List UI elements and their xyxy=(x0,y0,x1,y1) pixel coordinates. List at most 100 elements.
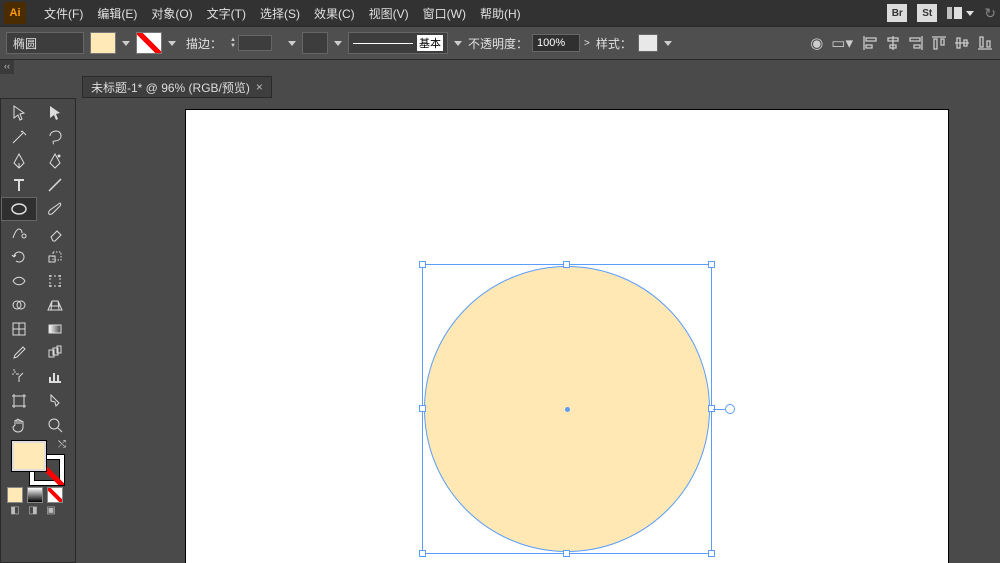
resize-handle-tl[interactable] xyxy=(419,261,426,268)
type-tool[interactable] xyxy=(1,173,37,197)
pen-tool[interactable] xyxy=(1,149,37,173)
draw-behind-icon[interactable]: ◨ xyxy=(25,505,41,519)
menu-effect[interactable]: 效果(C) xyxy=(308,2,361,25)
resize-handle-br[interactable] xyxy=(708,550,715,557)
stroke-dropdown-icon[interactable] xyxy=(168,41,176,46)
close-tab-icon[interactable]: × xyxy=(256,80,263,94)
stroke-color-swatch[interactable] xyxy=(136,32,162,54)
stroke-weight-dropdown-icon[interactable] xyxy=(288,41,296,46)
paintbrush-tool[interactable] xyxy=(37,197,73,221)
style-label: 样式： xyxy=(596,35,632,52)
menu-view[interactable]: 视图(V) xyxy=(363,2,415,25)
menu-edit[interactable]: 编辑(E) xyxy=(91,2,143,25)
control-bar: 椭圆 描边： ▲▼ 基本 不透明度： > 样式： ◉ ▭▾ xyxy=(0,26,1000,60)
eraser-tool[interactable] xyxy=(37,221,73,245)
style-dropdown-icon[interactable] xyxy=(664,41,672,46)
brush-dropdown-icon[interactable] xyxy=(454,41,462,46)
shape-builder-tool[interactable] xyxy=(1,293,37,317)
menu-file[interactable]: 文件(F) xyxy=(38,2,89,25)
swap-fill-stroke-icon[interactable]: ⤭ xyxy=(58,439,66,450)
menu-window[interactable]: 窗口(W) xyxy=(417,2,472,25)
rotate-handle[interactable] xyxy=(725,404,735,414)
brush-definition[interactable]: 基本 xyxy=(348,32,448,54)
work-area: ‹‹ 未标题-1* @ 96% (RGB/预览) × xyxy=(0,60,1000,563)
direct-selection-tool[interactable] xyxy=(37,101,73,125)
opacity-input[interactable] xyxy=(532,34,580,52)
menu-select[interactable]: 选择(S) xyxy=(254,2,306,25)
resize-handle-bl[interactable] xyxy=(419,550,426,557)
variable-width-profile[interactable] xyxy=(302,32,328,54)
perspective-grid-tool[interactable] xyxy=(37,293,73,317)
mesh-tool[interactable] xyxy=(1,317,37,341)
ellipse-tool[interactable] xyxy=(1,197,37,221)
stroke-weight-stepper[interactable]: ▲▼ xyxy=(228,35,282,51)
align-hcenter-button[interactable] xyxy=(884,34,902,52)
document-setup-icon[interactable]: ▭▾ xyxy=(831,34,853,52)
fill-stroke-indicator[interactable]: ⤭ xyxy=(12,441,64,485)
opacity-label: 不透明度： xyxy=(468,35,528,52)
menubar: Ai 文件(F) 编辑(E) 对象(O) 文字(T) 选择(S) 效果(C) 视… xyxy=(0,0,1000,26)
canvas[interactable] xyxy=(82,98,1000,563)
panel-expand-icon[interactable]: ‹‹ xyxy=(0,60,14,74)
shaper-tool[interactable] xyxy=(1,221,37,245)
selection-tool[interactable] xyxy=(1,101,37,125)
menu-type[interactable]: 文字(T) xyxy=(201,2,252,25)
document-tab[interactable]: 未标题-1* @ 96% (RGB/预览) × xyxy=(82,76,272,98)
artboard[interactable] xyxy=(186,110,948,563)
artboard-tool[interactable] xyxy=(1,389,37,413)
rotate-line xyxy=(713,409,725,410)
workspace-switcher[interactable] xyxy=(947,7,974,19)
resize-handle-ml[interactable] xyxy=(419,405,426,412)
menu-object[interactable]: 对象(O) xyxy=(145,2,198,25)
color-mode-solid[interactable] xyxy=(7,487,23,503)
curvature-tool[interactable] xyxy=(37,149,73,173)
align-right-button[interactable] xyxy=(907,34,925,52)
draw-inside-icon[interactable]: ▣ xyxy=(43,505,59,519)
hand-tool[interactable] xyxy=(1,413,37,437)
screen-mode-row: ◧ ◨ ▣ xyxy=(7,505,69,519)
tools-panel: ⤭ ◧ ◨ ▣ xyxy=(0,98,76,563)
column-graph-tool[interactable] xyxy=(37,365,73,389)
scale-tool[interactable] xyxy=(37,245,73,269)
color-mode-none[interactable] xyxy=(47,487,63,503)
stroke-weight-label: 描边： xyxy=(186,35,222,52)
resize-handle-tm[interactable] xyxy=(563,261,570,268)
color-mode-gradient[interactable] xyxy=(27,487,43,503)
fill-color-swatch[interactable] xyxy=(90,32,116,54)
lasso-tool[interactable] xyxy=(37,125,73,149)
bridge-button[interactable]: Br xyxy=(887,4,907,22)
fill-box[interactable] xyxy=(12,441,46,471)
rotate-tool[interactable] xyxy=(1,245,37,269)
width-tool[interactable] xyxy=(1,269,37,293)
eyedropper-tool[interactable] xyxy=(1,341,37,365)
opacity-control: 不透明度： > xyxy=(468,34,590,52)
gradient-tool[interactable] xyxy=(37,317,73,341)
resize-handle-bm[interactable] xyxy=(563,550,570,557)
color-mode-row xyxy=(7,487,69,503)
opacity-dropdown-icon[interactable]: > xyxy=(584,38,590,49)
document-tab-title: 未标题-1* @ 96% (RGB/预览) xyxy=(91,79,250,96)
align-bottom-button[interactable] xyxy=(976,34,994,52)
fill-dropdown-icon[interactable] xyxy=(122,41,130,46)
free-transform-tool[interactable] xyxy=(37,269,73,293)
blend-tool[interactable] xyxy=(37,341,73,365)
recolor-artwork-icon[interactable]: ◉ xyxy=(810,34,823,52)
graphic-style-swatch[interactable] xyxy=(638,34,658,52)
symbol-sprayer-tool[interactable] xyxy=(1,365,37,389)
resize-handle-tr[interactable] xyxy=(708,261,715,268)
line-segment-tool[interactable] xyxy=(37,173,73,197)
variable-width-dropdown-icon[interactable] xyxy=(334,41,342,46)
stock-button[interactable]: St xyxy=(917,4,937,22)
draw-normal-icon[interactable]: ◧ xyxy=(7,505,23,519)
align-top-button[interactable] xyxy=(930,34,948,52)
align-buttons xyxy=(861,34,994,52)
menu-help[interactable]: 帮助(H) xyxy=(474,2,527,25)
align-left-button[interactable] xyxy=(861,34,879,52)
magic-wand-tool[interactable] xyxy=(1,125,37,149)
align-vcenter-button[interactable] xyxy=(953,34,971,52)
slice-tool[interactable] xyxy=(37,389,73,413)
sync-icon[interactable]: ↻ xyxy=(984,5,996,22)
document-tabs: 未标题-1* @ 96% (RGB/预览) × xyxy=(82,76,272,98)
stroke-weight-input[interactable] xyxy=(238,35,272,51)
zoom-tool[interactable] xyxy=(37,413,73,437)
